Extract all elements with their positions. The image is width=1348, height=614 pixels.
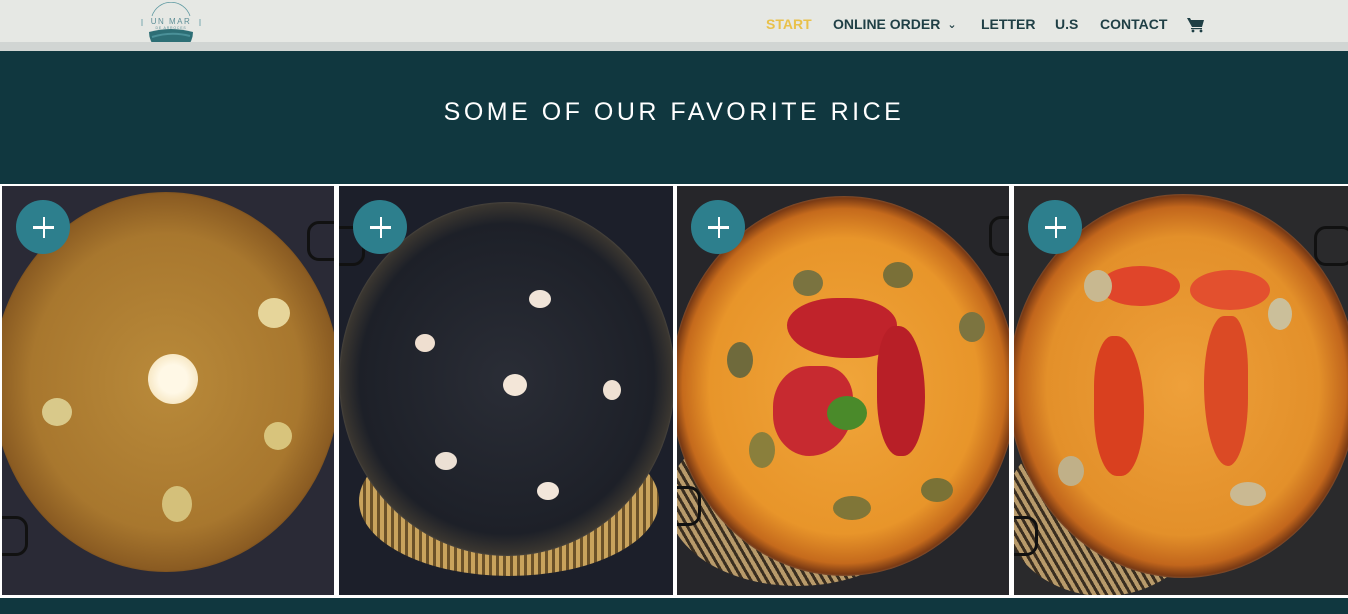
prawn xyxy=(529,290,551,308)
gallery-item-vegetable-paella[interactable] xyxy=(2,186,334,595)
plus-icon[interactable] xyxy=(691,200,745,254)
pan-handle xyxy=(677,486,701,526)
nav-online-order[interactable]: ONLINE ORDER ⌄ xyxy=(833,16,957,32)
pan-handle xyxy=(989,216,1009,256)
site-header: UN MAR DE ARROCES START ONLINE ORDER ⌄ LE… xyxy=(0,0,1348,48)
clam xyxy=(727,342,753,378)
prawn xyxy=(537,482,559,500)
gallery-item-black-rice[interactable] xyxy=(339,186,673,595)
garlic-bulb xyxy=(148,354,198,404)
chevron-down-icon: ⌄ xyxy=(947,19,957,31)
shopping-cart-icon[interactable] xyxy=(1187,17,1205,33)
clam xyxy=(1084,270,1112,302)
clam xyxy=(793,270,823,296)
prawn xyxy=(603,380,621,400)
clam xyxy=(1058,456,1084,486)
clam xyxy=(749,432,775,468)
main-nav: START ONLINE ORDER ⌄ LETTER U.S CONTACT xyxy=(0,0,1348,42)
pan-handle xyxy=(1314,226,1348,266)
nav-us[interactable]: U.S xyxy=(1055,16,1078,32)
next-section-band xyxy=(0,598,1348,614)
section-title: SOME OF OUR FAVORITE RICE xyxy=(443,98,905,126)
plus-icon[interactable] xyxy=(353,200,407,254)
gallery-item-red-prawn-rice[interactable] xyxy=(677,186,1009,595)
nav-letter[interactable]: LETTER xyxy=(981,16,1035,32)
clam xyxy=(1268,298,1292,330)
nav-online-order-label: ONLINE ORDER xyxy=(833,16,941,32)
plus-icon[interactable] xyxy=(1028,200,1082,254)
clam xyxy=(883,262,913,288)
clam xyxy=(833,496,871,520)
pan-handle xyxy=(1014,516,1038,556)
hero-section: SOME OF OUR FAVORITE RICE xyxy=(0,51,1348,184)
parsley xyxy=(827,396,867,430)
rice-gallery xyxy=(0,184,1348,598)
nav-contact[interactable]: CONTACT xyxy=(1100,16,1167,32)
artichoke xyxy=(264,422,292,450)
lobster-body xyxy=(1204,316,1248,466)
artichoke xyxy=(258,298,290,328)
header-divider xyxy=(0,42,1348,51)
plus-icon[interactable] xyxy=(16,200,70,254)
prawn xyxy=(415,334,435,352)
clam xyxy=(921,478,953,502)
artichoke xyxy=(42,398,72,426)
gallery-item-lobster-rice[interactable] xyxy=(1014,186,1348,595)
lobster-claw xyxy=(1100,266,1180,306)
clam xyxy=(959,312,985,342)
clam xyxy=(1230,482,1266,506)
lobster-claw xyxy=(1190,270,1270,310)
artichoke xyxy=(162,486,192,522)
prawn xyxy=(503,374,527,396)
pan-handle xyxy=(2,516,28,556)
prawn xyxy=(435,452,457,470)
pan-handle xyxy=(307,221,334,261)
nav-start[interactable]: START xyxy=(766,16,812,32)
